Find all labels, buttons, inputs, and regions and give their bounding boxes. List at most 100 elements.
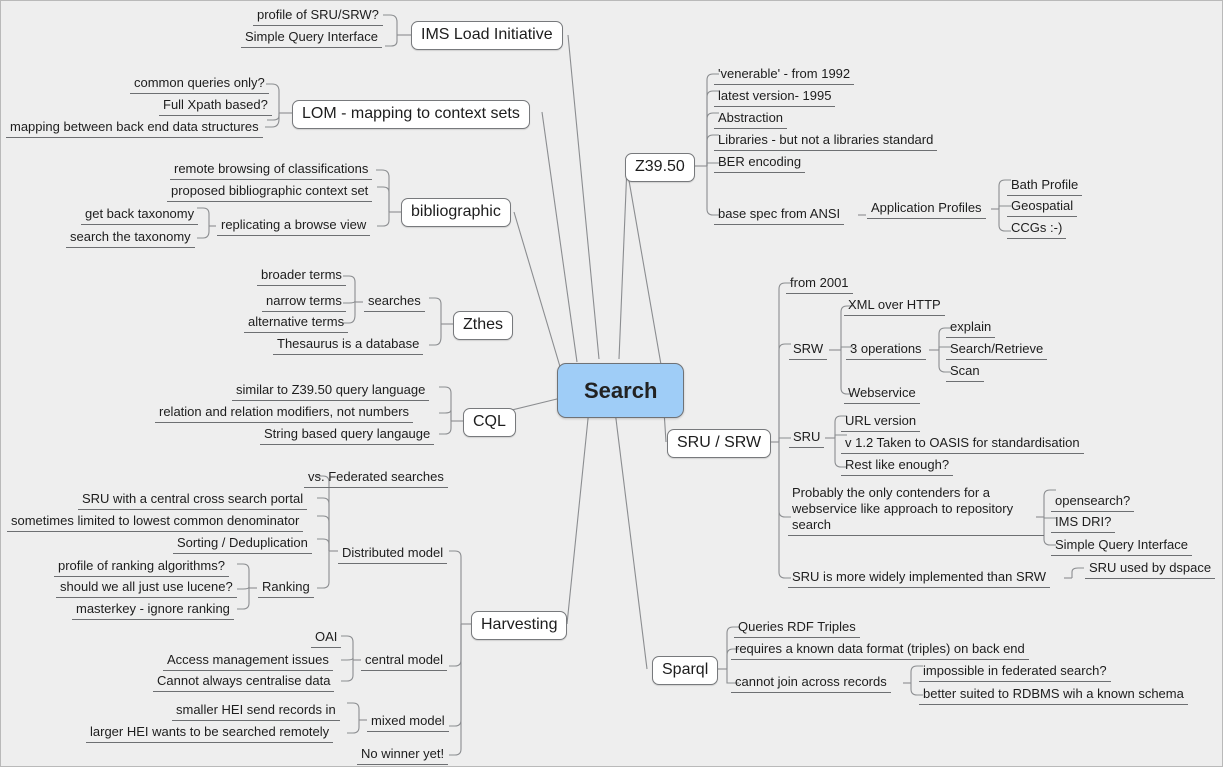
leaf-broader-terms[interactable]: broader terms <box>257 267 346 286</box>
branch-zthes[interactable]: Zthes <box>453 311 514 341</box>
leaf-distributed-model[interactable]: Distributed model <box>338 545 448 564</box>
leaf-simple-query-interface[interactable]: Simple Query Interface <box>241 29 382 48</box>
leaf-label: masterkey - ignore ranking <box>76 601 230 616</box>
leaf-sorting-deduplication[interactable]: Sorting / Deduplication <box>173 535 312 554</box>
leaf-remote-browsing-of-classifications[interactable]: remote browsing of classifications <box>170 161 373 180</box>
leaf-sru[interactable]: SRU <box>789 429 825 448</box>
leaf-alternative-terms[interactable]: alternative terms <box>244 314 349 333</box>
branch-ims-load-initiative[interactable]: IMS Load Initiative <box>411 21 563 51</box>
leaf-explain[interactable]: explain <box>946 319 996 338</box>
leaf-impossible-in-federated-search[interactable]: impossible in federated search? <box>919 663 1111 682</box>
branch-cql[interactable]: CQL <box>463 408 516 438</box>
leaf-venerable-from-1992[interactable]: 'venerable' - from 1992 <box>714 66 855 85</box>
leaf-full-xpath-based[interactable]: Full Xpath based? <box>159 97 272 116</box>
leaf-common-queries-only[interactable]: common queries only? <box>130 75 269 94</box>
leaf-ranking[interactable]: Ranking <box>258 579 314 598</box>
leaf-v12-taken-to-oasis[interactable]: v 1.2 Taken to OASIS for standardisation <box>841 435 1084 454</box>
leaf-label: Application Profiles <box>871 200 982 215</box>
leaf-smaller-hei-send-records-in[interactable]: smaller HEI send records in <box>172 702 340 721</box>
leaf-searches[interactable]: searches <box>364 293 425 312</box>
leaf-srw[interactable]: SRW <box>789 341 828 360</box>
leaf-label: URL version <box>845 413 917 428</box>
leaf-vs-federated-searches[interactable]: vs. Federated searches <box>304 469 448 488</box>
leaf-get-back-taxonomy[interactable]: get back taxonomy <box>81 206 199 225</box>
leaf-queries-rdf-triples[interactable]: Queries RDF Triples <box>734 619 860 638</box>
leaf-cannot-always-centralise-data[interactable]: Cannot always centralise data <box>153 673 335 692</box>
leaf-larger-hei-wants-to-be-searched-remotely[interactable]: larger HEI wants to be searched remotely <box>86 724 334 743</box>
branch-label: SRU / SRW <box>677 434 762 451</box>
leaf-simple-query-interface-sru[interactable]: Simple Query Interface <box>1051 537 1192 556</box>
leaf-narrow-terms[interactable]: narrow terms <box>262 293 346 312</box>
leaf-opensearch[interactable]: opensearch? <box>1051 493 1135 512</box>
leaf-label: SRW <box>793 341 824 356</box>
leaf-base-spec-from-ansi[interactable]: base spec from ANSI <box>714 206 845 225</box>
leaf-label: requires a known data format (triples) o… <box>735 641 1025 656</box>
leaf-label: Sorting / Deduplication <box>177 535 308 550</box>
branch-label: bibliographic <box>411 203 501 220</box>
leaf-label: profile of ranking algorithms? <box>58 558 225 573</box>
branch-label: CQL <box>473 413 506 430</box>
leaf-label: cannot join across records <box>735 674 887 689</box>
leaf-abstraction[interactable]: Abstraction <box>714 110 788 129</box>
leaf-profile-of-sru-srw[interactable]: profile of SRU/SRW? <box>253 7 383 26</box>
leaf-access-management-issues[interactable]: Access management issues <box>163 652 333 671</box>
leaf-ber-encoding[interactable]: BER encoding <box>714 154 806 173</box>
leaf-label: Scan <box>950 363 980 378</box>
leaf-string-based-query-langauge[interactable]: String based query langauge <box>260 426 435 445</box>
leaf-3-operations[interactable]: 3 operations <box>846 341 926 360</box>
leaf-thesaurus-is-a-database[interactable]: Thesaurus is a database <box>273 336 424 355</box>
leaf-label: relation and relation modifiers, not num… <box>159 404 410 419</box>
branch-bibliographic[interactable]: bibliographic <box>401 198 511 228</box>
leaf-webservice[interactable]: Webservice <box>844 385 920 404</box>
leaf-latest-version-1995[interactable]: latest version- 1995 <box>714 88 836 107</box>
leaf-url-version[interactable]: URL version <box>841 413 921 432</box>
leaf-label: XML over HTTP <box>848 297 941 312</box>
leaf-sru-with-a-central-cross-search-portal[interactable]: SRU with a central cross search portal <box>78 491 308 510</box>
branch-sru-srw[interactable]: SRU / SRW <box>667 429 772 459</box>
leaf-geospatial[interactable]: Geospatial <box>1007 198 1078 217</box>
leaf-ims-dri[interactable]: IMS DRI? <box>1051 514 1116 533</box>
leaf-rest-like-enough[interactable]: Rest like enough? <box>841 457 954 476</box>
branch-harvesting[interactable]: Harvesting <box>471 611 568 641</box>
leaf-label: common queries only? <box>134 75 265 90</box>
leaf-label: Full Xpath based? <box>163 97 268 112</box>
leaf-profile-of-ranking-algorithms[interactable]: profile of ranking algorithms? <box>54 558 229 577</box>
branch-sparql[interactable]: Sparql <box>652 656 719 686</box>
leaf-sometimes-limited-to-lowest-common-denominator[interactable]: sometimes limited to lowest common denom… <box>7 513 304 532</box>
leaf-application-profiles[interactable]: Application Profiles <box>867 200 986 219</box>
leaf-masterkey-ignore-ranking[interactable]: masterkey - ignore ranking <box>72 601 234 620</box>
branch-lom-mapping-to-context-sets[interactable]: LOM - mapping to context sets <box>292 100 530 130</box>
leaf-mixed-model[interactable]: mixed model <box>367 713 449 732</box>
leaf-oai[interactable]: OAI <box>311 629 342 648</box>
leaf-similar-to-z3950-query-language[interactable]: similar to Z39.50 query language <box>232 382 430 401</box>
leaf-search-the-taxonomy[interactable]: search the taxonomy <box>66 229 195 248</box>
leaf-xml-over-http[interactable]: XML over HTTP <box>844 297 945 316</box>
leaf-cannot-join-across-records[interactable]: cannot join across records <box>731 674 891 693</box>
leaf-label: vs. Federated searches <box>308 469 444 484</box>
leaf-requires-a-known-data-format[interactable]: requires a known data format (triples) o… <box>731 641 1029 660</box>
leaf-libraries-but-not-a-libraries-standard[interactable]: Libraries - but not a libraries standard <box>714 132 938 151</box>
leaf-scan[interactable]: Scan <box>946 363 984 382</box>
root-node-search[interactable]: Search <box>557 363 685 419</box>
branch-z3950[interactable]: Z39.50 <box>625 153 695 183</box>
leaf-search-retrieve[interactable]: Search/Retrieve <box>946 341 1048 360</box>
leaf-label: SRU is more widely implemented than SRW <box>792 569 1047 584</box>
leaf-proposed-bibliographic-context-set[interactable]: proposed bibliographic context set <box>167 183 373 202</box>
leaf-no-winner-yet[interactable]: No winner yet! <box>357 746 449 765</box>
leaf-relation-and-relation-modifiers[interactable]: relation and relation modifiers, not num… <box>155 404 414 423</box>
leaf-label: base spec from ANSI <box>718 206 841 221</box>
leaf-bath-profile[interactable]: Bath Profile <box>1007 177 1083 196</box>
leaf-better-suited-to-rdbms[interactable]: better suited to RDBMS wih a known schem… <box>919 686 1188 705</box>
leaf-should-we-all-just-use-lucene[interactable]: should we all just use lucene? <box>56 579 237 598</box>
leaf-sru-more-widely-implemented[interactable]: SRU is more widely implemented than SRW <box>788 569 1051 588</box>
leaf-mapping-between-back-end-data-structures[interactable]: mapping between back end data structures <box>6 119 263 138</box>
leaf-probably-the-only-contenders[interactable]: Probably the only contenders for a webse… <box>788 484 1044 536</box>
leaf-label: Cannot always centralise data <box>157 673 331 688</box>
leaf-replicating-a-browse-view[interactable]: replicating a browse view <box>217 217 371 236</box>
leaf-ccgs[interactable]: CCGs :-) <box>1007 220 1067 239</box>
leaf-from-2001[interactable]: from 2001 <box>786 275 853 294</box>
leaf-sru-used-by-dspace[interactable]: SRU used by dspace <box>1085 560 1216 579</box>
leaf-central-model[interactable]: central model <box>361 652 448 671</box>
leaf-label: Distributed model <box>342 545 444 560</box>
leaf-label: SRU used by dspace <box>1089 560 1212 575</box>
